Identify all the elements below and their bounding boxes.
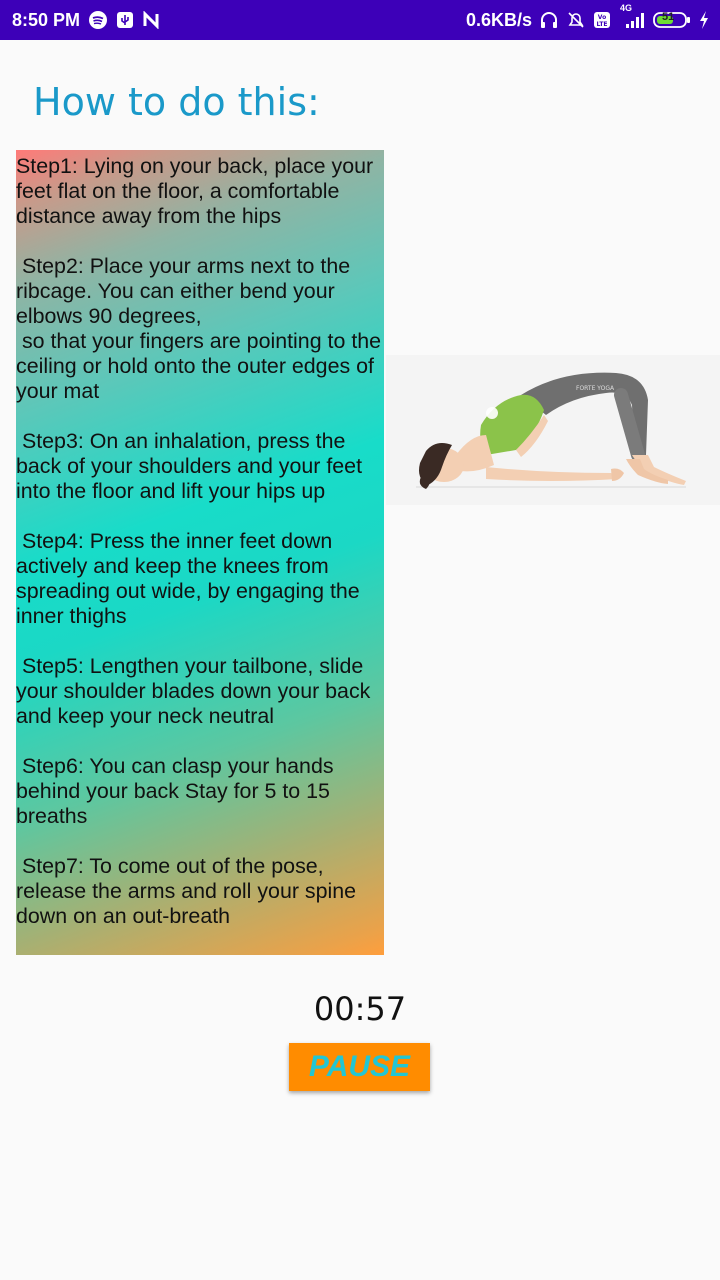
pose-image: FORTE YOGA xyxy=(386,355,720,505)
network-speed: 0.6KB/s xyxy=(465,9,532,30)
alarm-off-icon xyxy=(566,9,586,31)
instructions-panel: Step1: Lying on your back, place your fe… xyxy=(16,150,384,955)
battery-icon: 51 xyxy=(653,9,691,31)
status-bar: 8:50 PM 0.6KB/s Vo LTE 4G 51 xyxy=(0,0,720,40)
bridge-pose-illustration: FORTE YOGA xyxy=(416,372,686,489)
pose-brand-text: FORTE YOGA xyxy=(576,385,615,392)
headset-icon xyxy=(539,9,559,31)
svg-text:LTE: LTE xyxy=(596,21,607,28)
svg-text:Vo: Vo xyxy=(598,14,606,21)
status-time: 8:50 PM xyxy=(12,9,81,30)
battery-level: 51 xyxy=(662,11,675,23)
n-icon xyxy=(142,9,160,31)
network-type: 4G xyxy=(620,3,633,13)
charging-icon xyxy=(698,9,710,31)
page-title: How to do this: xyxy=(33,80,320,124)
spotify-icon xyxy=(88,9,108,31)
usb-icon xyxy=(116,9,134,31)
pause-button[interactable]: PAUSE xyxy=(289,1043,430,1091)
signal-icon: 4G xyxy=(618,3,646,31)
volte-icon: Vo LTE xyxy=(593,9,611,31)
instructions-text: Step1: Lying on your back, place your fe… xyxy=(16,154,382,928)
countdown-timer: 00:57 xyxy=(313,990,407,1028)
